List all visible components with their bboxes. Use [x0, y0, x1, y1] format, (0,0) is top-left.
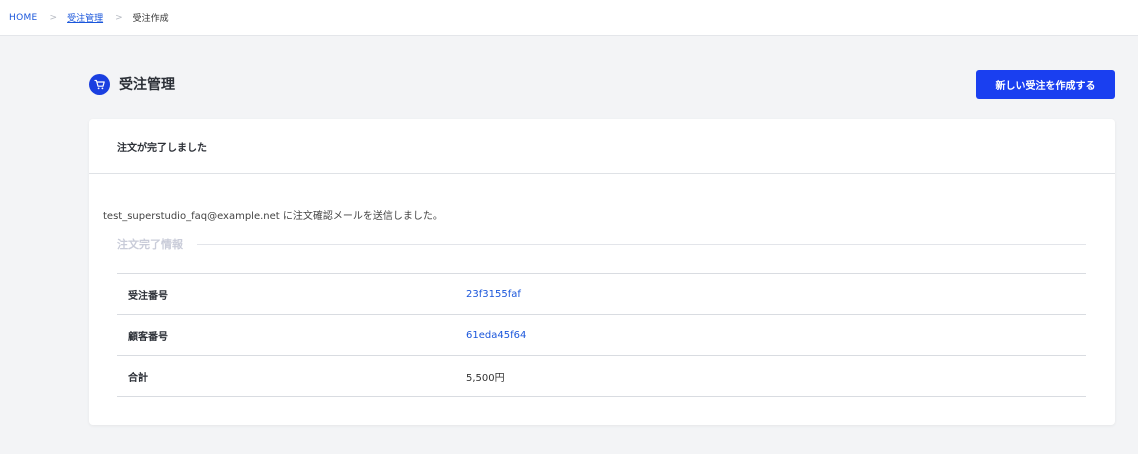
table-row: 受注番号 23f3155faf — [117, 273, 1086, 315]
shopping-cart-icon — [89, 73, 110, 95]
breadcrumb: HOME > 受注管理 > 受注作成 — [0, 0, 1138, 36]
order-number-link[interactable]: 23f3155faf — [466, 273, 1086, 315]
customer-number-label: 顧客番号 — [117, 314, 466, 356]
email-sent-notice: test_superstudio_faq@example.net に注文確認メー… — [103, 211, 443, 222]
total-value: 5,500円 — [466, 355, 1086, 397]
breadcrumb-separator: > — [115, 12, 123, 23]
breadcrumb-home-link[interactable]: HOME — [9, 13, 38, 23]
table-row: 合計 5,500円 — [117, 355, 1086, 397]
page-header: 受注管理 新しい受注を作成する — [89, 69, 1115, 99]
section-divider — [197, 243, 1086, 245]
table-row: 顧客番号 61eda45f64 — [117, 314, 1086, 356]
breadcrumb-current: 受注作成 — [132, 14, 169, 24]
section-title: 注文完了情報 — [117, 236, 1086, 252]
order-number-label: 受注番号 — [117, 273, 466, 315]
page-title: 受注管理 — [119, 77, 175, 93]
section-title-label: 注文完了情報 — [117, 238, 183, 251]
breadcrumb-separator: > — [49, 12, 58, 23]
breadcrumb-order-management-link[interactable]: 受注管理 — [67, 11, 103, 24]
order-info-table: 受注番号 23f3155faf 顧客番号 61eda45f64 合計 5,500… — [117, 273, 1086, 397]
card-title: 注文が完了しました — [89, 119, 1115, 174]
create-order-button[interactable]: 新しい受注を作成する — [976, 69, 1115, 99]
total-label: 合計 — [117, 355, 466, 397]
title-wrap: 受注管理 — [89, 73, 175, 95]
order-complete-card: 注文が完了しました test_superstudio_faq@example.n… — [89, 119, 1115, 425]
customer-number-link[interactable]: 61eda45f64 — [466, 314, 1086, 356]
